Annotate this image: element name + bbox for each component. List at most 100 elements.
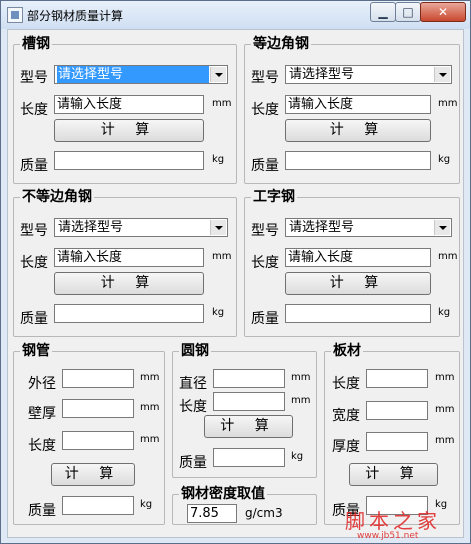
i-beam-group: 工字钢 型号 请选择型号 长度 请输入长度 mm 计 算 质量 kg [244,189,460,337]
diameter-input[interactable] [213,369,285,388]
calculate-button[interactable]: 计 算 [285,119,431,142]
outer-diameter-label: 外径 [28,376,56,392]
thickness-label: 厚度 [332,439,360,455]
mass-unit: kg [140,499,153,510]
maximize-button[interactable]: □ [395,2,421,22]
mass-label: 质量 [251,158,279,174]
wall-thickness-label: 壁厚 [28,406,56,422]
type-select[interactable]: 请选择型号 [54,218,228,237]
mass-unit: kg [212,154,225,165]
length-label: 长度 [20,255,48,271]
unequal-angle-group: 不等边角钢 型号 请选择型号 长度 请输入长度 mm 计 算 质量 kg [13,189,237,337]
mass-unit: kg [438,154,451,165]
length-label: 长度 [251,255,279,271]
calculate-button[interactable]: 计 算 [349,463,438,486]
type-select[interactable]: 请选择型号 [54,65,228,84]
length-label: 长度 [179,399,207,415]
group-title: 工字钢 [251,189,297,205]
group-title: 钢材密度取值 [179,486,267,502]
calculate-button[interactable]: 计 算 [54,119,204,142]
length-label: 长度 [28,438,56,454]
diameter-unit: mm [291,372,311,383]
length-input[interactable]: 请输入长度 [285,95,431,114]
type-label: 型号 [251,70,279,86]
group-title: 板材 [331,343,363,359]
plate-group: 板材 长度 mm 宽度 mm 厚度 mm 计 算 质量 kg [324,343,460,525]
length-input[interactable]: 请输入长度 [54,95,204,114]
watermark-logo: 脚本之家 [345,509,441,533]
type-select[interactable]: 请选择型号 [285,218,452,237]
calculate-button[interactable]: 计 算 [51,463,135,486]
mass-output[interactable] [54,304,204,323]
mass-label: 质量 [20,158,48,174]
title-bar[interactable]: 部分钢材质量计算 ▁ □ ✕ [1,1,470,29]
channel-steel-group: 槽钢 型号 请选择型号 长度 请输入长度 mm 计 算 质量 kg [13,36,237,184]
app-icon [7,7,23,23]
length-unit: mm [291,395,311,406]
calculate-button[interactable]: 计 算 [285,272,431,295]
group-title: 槽钢 [20,36,52,52]
length-unit: mm [212,251,232,262]
length-input[interactable] [366,369,428,388]
length-input[interactable]: 请输入长度 [54,248,204,267]
close-button[interactable]: ✕ [420,2,466,22]
density-unit: g/cm3 [245,506,283,520]
type-select[interactable]: 请选择型号 [285,65,452,84]
type-select-value: 请选择型号 [57,66,209,83]
outer-diameter-unit: mm [140,372,160,383]
calculate-button[interactable]: 计 算 [204,415,293,438]
width-unit: mm [435,404,455,415]
type-label: 型号 [20,70,48,86]
mass-label: 质量 [20,311,48,327]
diameter-label: 直径 [179,376,207,392]
chevron-down-icon[interactable] [210,67,226,82]
mass-label: 质量 [179,455,207,471]
type-select-value: 请选择型号 [289,220,355,235]
mass-label: 质量 [28,503,56,519]
mass-unit: kg [291,451,304,462]
round-bar-group: 圆钢 直径 mm 长度 mm 计 算 质量 kg [172,343,317,478]
minimize-button[interactable]: ▁ [370,2,396,22]
mass-unit: kg [212,307,225,318]
density-group: 钢材密度取值 7.85 g/cm3 [172,486,317,525]
steel-pipe-group: 钢管 外径 mm 壁厚 mm 长度 mm 计 算 质量 kg [13,343,165,525]
equal-angle-group: 等边角钢 型号 请选择型号 长度 请输入长度 mm 计 算 质量 kg [244,36,460,184]
type-label: 型号 [20,223,48,239]
thickness-unit: mm [435,435,455,446]
length-label: 长度 [251,102,279,118]
mass-output[interactable] [285,304,431,323]
length-unit: mm [212,98,232,109]
chevron-down-icon[interactable] [210,220,226,235]
thickness-input[interactable] [366,432,428,451]
type-select-value: 请选择型号 [58,220,124,235]
density-input[interactable]: 7.85 [187,504,237,523]
length-unit: mm [140,434,160,445]
mass-label: 质量 [251,311,279,327]
wall-thickness-unit: mm [140,402,160,413]
wall-thickness-input[interactable] [62,399,134,418]
mass-output[interactable] [54,151,204,170]
length-input[interactable] [62,431,134,450]
calculate-button[interactable]: 计 算 [54,272,204,295]
mass-unit: kg [438,307,451,318]
length-input[interactable]: 请输入长度 [285,248,431,267]
mass-output[interactable] [213,448,285,467]
watermark-url: www.jb51.net [357,531,419,541]
width-input[interactable] [366,401,428,420]
window-title: 部分钢材质量计算 [27,9,124,23]
mass-output[interactable] [285,151,431,170]
group-title: 钢管 [20,343,52,359]
type-label: 型号 [251,223,279,239]
outer-diameter-input[interactable] [62,369,134,388]
chevron-down-icon[interactable] [434,67,450,82]
length-unit: mm [438,251,458,262]
mass-output[interactable] [62,496,134,515]
group-title: 不等边角钢 [20,189,94,205]
length-unit: mm [435,372,455,383]
chevron-down-icon[interactable] [434,220,450,235]
group-title: 等边角钢 [251,36,311,52]
length-unit: mm [438,98,458,109]
group-title: 圆钢 [179,343,211,359]
length-input[interactable] [213,392,285,411]
width-label: 宽度 [332,408,360,424]
